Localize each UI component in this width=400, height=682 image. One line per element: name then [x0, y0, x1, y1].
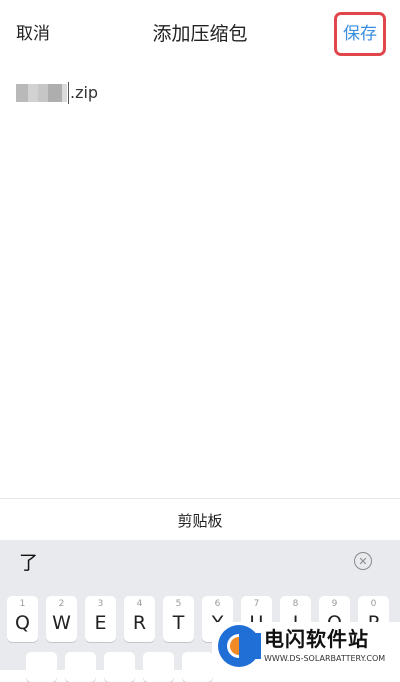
clipboard-label: 剪贴板	[177, 511, 223, 530]
key-g[interactable]	[182, 652, 213, 682]
top-bar: 取消 添加压缩包 保存	[0, 0, 400, 68]
clipboard-bar[interactable]: 剪贴板	[0, 498, 400, 541]
key-f[interactable]	[143, 652, 174, 682]
close-icon[interactable]: ✕	[354, 552, 372, 570]
text-cursor	[68, 82, 69, 104]
blurred-filename	[16, 84, 67, 102]
save-button[interactable]: 保存	[343, 22, 377, 46]
filename-field[interactable]: .zip	[16, 81, 98, 105]
key-a[interactable]	[26, 652, 57, 682]
watermark-logo-icon	[218, 625, 261, 667]
key-r[interactable]: 4R	[124, 596, 155, 642]
key-d[interactable]	[104, 652, 135, 682]
key-s[interactable]	[65, 652, 96, 682]
watermark-url: WWW.DS-SOLARBATTERY.COM	[264, 654, 386, 663]
key-e[interactable]: 3E	[85, 596, 116, 642]
key-w[interactable]: 2W	[46, 596, 77, 642]
candidate-word[interactable]: 了	[19, 551, 38, 575]
key-t[interactable]: 5T	[163, 596, 194, 642]
key-q[interactable]: 1Q	[7, 596, 38, 642]
watermark: 电闪软件站 WWW.DS-SOLARBATTERY.COM	[212, 622, 400, 670]
watermark-title: 电闪软件站	[264, 627, 369, 651]
filename-extension: .zip	[70, 83, 99, 102]
save-highlight: 保存	[334, 12, 386, 56]
candidate-bar: 了 ✕	[0, 540, 400, 586]
filename-editor[interactable]: .zip	[0, 68, 400, 498]
